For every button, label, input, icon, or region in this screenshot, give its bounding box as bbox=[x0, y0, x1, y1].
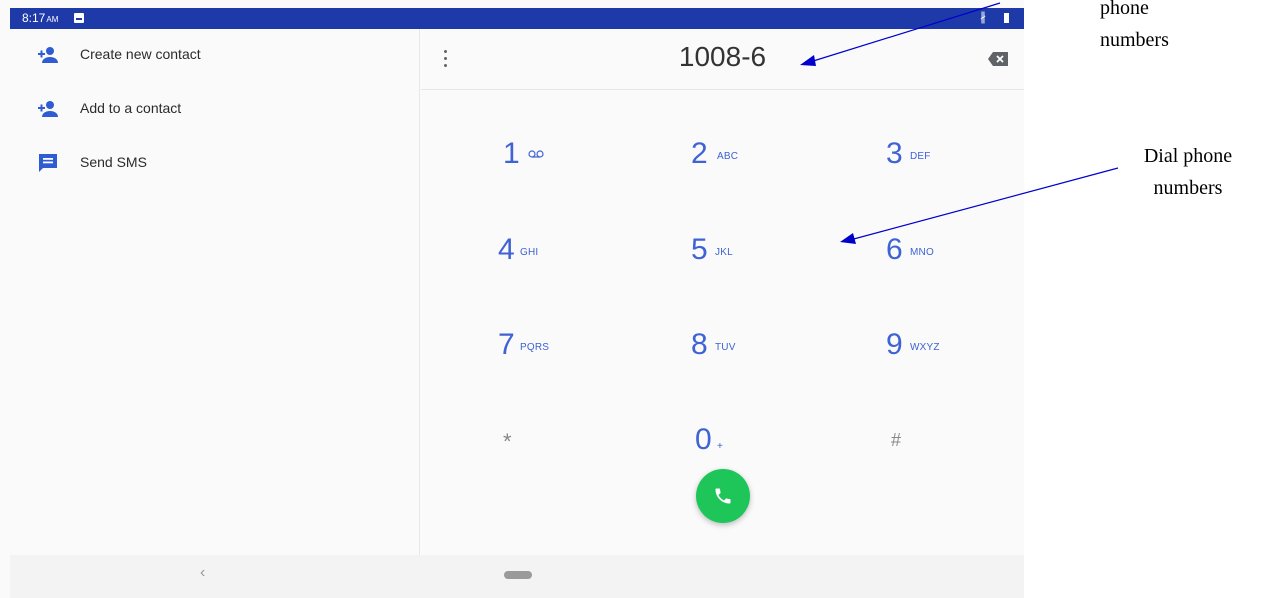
arrow-line-top bbox=[809, 2, 1001, 63]
annotation-phone-numbers: phone numbers bbox=[1100, 0, 1169, 51]
arrow-line-dial bbox=[849, 167, 1119, 241]
arrow-head-top bbox=[800, 55, 816, 66]
arrow-head-dial bbox=[840, 233, 856, 244]
annotation-dial-phone-numbers: Dial phone numbers bbox=[1143, 145, 1233, 199]
annotation-arrows bbox=[800, 2, 1119, 244]
